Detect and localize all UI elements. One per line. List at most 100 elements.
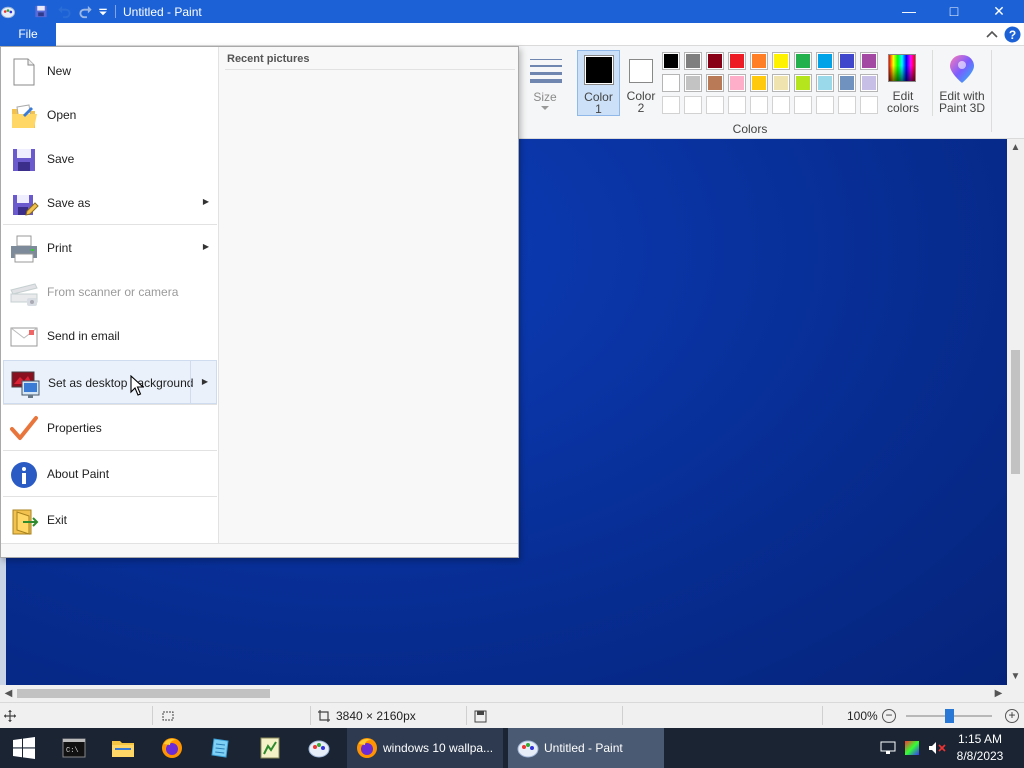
file-menu-item-save-as[interactable]: Save as ▶ — [3, 181, 217, 225]
file-menu-item-open[interactable]: Open — [3, 93, 217, 137]
file-menu-item-send-in-email[interactable]: Send in email — [3, 314, 217, 358]
start-icon[interactable] — [13, 737, 35, 759]
file-menu-item-save[interactable]: Save — [3, 137, 217, 181]
file-menu-item-print[interactable]: Print ▶ — [3, 226, 217, 270]
edit-colors-label-line2: colors — [886, 101, 919, 115]
file-menu-item-label: Print — [47, 241, 72, 255]
palette-swatch-empty[interactable] — [706, 96, 724, 114]
sheet-icon[interactable] — [258, 736, 282, 760]
size-dropdown-icon[interactable] — [541, 106, 549, 111]
customize-dropdown-icon[interactable] — [97, 4, 109, 19]
recent-pictures-panel: Recent pictures — [219, 47, 518, 543]
palette-swatch[interactable] — [706, 74, 724, 92]
palette-swatch[interactable] — [706, 52, 724, 70]
vertical-scroll-thumb[interactable] — [1011, 350, 1020, 474]
file-menu-item-label: Set as desktop background — [48, 376, 194, 390]
edit-colors-button[interactable]: Edit colors — [882, 50, 924, 116]
file-menu-item-properties[interactable]: Properties — [3, 406, 217, 450]
horizontal-scroll-thumb[interactable] — [17, 689, 270, 698]
size-label[interactable]: Size — [529, 90, 561, 104]
palette-swatch[interactable] — [750, 74, 768, 92]
taskbar-task-paint[interactable]: Untitled - Paint — [508, 728, 664, 768]
palette-swatch-empty[interactable] — [662, 96, 680, 114]
save-icon[interactable] — [33, 4, 49, 19]
redo-icon[interactable] — [78, 4, 94, 19]
palette-swatch-empty[interactable] — [794, 96, 812, 114]
palette-swatch[interactable] — [860, 74, 878, 92]
taskbar-task-firefox[interactable]: windows 10 wallpa... — [347, 728, 503, 768]
color-app-tray-icon[interactable] — [904, 740, 920, 756]
scroll-down-icon[interactable]: ▼ — [1007, 668, 1024, 685]
minimize-button[interactable]: — — [886, 0, 932, 23]
undo-icon[interactable] — [56, 4, 72, 19]
cursor-position-icon — [4, 710, 16, 722]
horizontal-scrollbar[interactable]: ◀ ▶ — [0, 685, 1007, 702]
palette-swatch[interactable] — [728, 52, 746, 70]
network-icon[interactable] — [880, 741, 896, 755]
palette-swatch[interactable] — [772, 52, 790, 70]
paint-app-icon[interactable] — [0, 4, 16, 19]
save-floppy-icon — [13, 149, 35, 171]
status-divider — [622, 706, 623, 725]
palette-swatch[interactable] — [816, 52, 834, 70]
file-menu-item-about-paint[interactable]: About Paint — [3, 452, 217, 496]
submenu-arrow-icon: ▶ — [202, 242, 209, 251]
palette-swatch[interactable] — [794, 52, 812, 70]
palette-swatch-empty[interactable] — [750, 96, 768, 114]
palette-swatch[interactable] — [838, 52, 856, 70]
notepad-icon[interactable] — [209, 736, 233, 760]
file-menu-item-exit[interactable]: Exit — [3, 498, 217, 542]
palette-swatch[interactable] — [860, 52, 878, 70]
palette-swatch[interactable] — [794, 74, 812, 92]
volume-muted-icon[interactable] — [928, 741, 946, 755]
scroll-up-icon[interactable]: ▲ — [1007, 139, 1024, 156]
size-icon[interactable] — [529, 56, 563, 84]
file-menu-commands: New Open Save Save as ▶ Print ▶ From scanner or… — [1, 47, 219, 543]
paint-icon[interactable] — [307, 736, 331, 760]
palette-swatch[interactable] — [816, 74, 834, 92]
palette-swatch[interactable] — [684, 74, 702, 92]
vertical-scrollbar[interactable]: ▲ ▼ — [1007, 139, 1024, 685]
zoom-in-button[interactable]: + — [1005, 709, 1019, 723]
file-menu-item-new[interactable]: New — [3, 49, 217, 93]
email-icon — [10, 327, 38, 347]
palette-swatch-empty[interactable] — [816, 96, 834, 114]
palette-swatch-empty[interactable] — [860, 96, 878, 114]
maximize-button[interactable]: □ — [931, 0, 977, 23]
palette-swatch[interactable] — [772, 74, 790, 92]
edit-with-paint3d-button[interactable]: Edit with Paint 3D — [932, 50, 990, 116]
zoom-slider-thumb[interactable] — [944, 709, 954, 723]
palette-swatch[interactable] — [662, 52, 680, 70]
palette-swatch-empty[interactable] — [684, 96, 702, 114]
taskbar: C:\ windows 10 wallpa... Untitled - Pain… — [0, 728, 1024, 768]
help-icon[interactable]: ? — [1004, 26, 1021, 43]
task-label: Untitled - Paint — [544, 741, 623, 755]
terminal-icon[interactable]: C:\ — [62, 736, 86, 760]
palette-swatch[interactable] — [684, 52, 702, 70]
checkmark-icon — [10, 416, 38, 440]
scroll-left-icon[interactable]: ◀ — [0, 685, 17, 702]
color2-button[interactable]: Color 2 — [621, 50, 661, 116]
file-menu-item-label: New — [47, 64, 72, 78]
palette-swatch[interactable] — [662, 74, 680, 92]
file-menu-separator — [3, 496, 217, 497]
ribbon-collapse-icon[interactable] — [986, 29, 998, 39]
file-tab[interactable]: File — [0, 23, 56, 46]
file-menu-item-label: Open — [47, 108, 77, 122]
palette-swatch[interactable] — [838, 74, 856, 92]
palette-swatch-empty[interactable] — [728, 96, 746, 114]
scroll-right-icon[interactable]: ▶ — [990, 685, 1007, 702]
file-explorer-icon[interactable] — [111, 736, 135, 760]
file-menu-item-from-scanner-or-camera[interactable]: From scanner or camera — [3, 270, 217, 314]
close-button[interactable]: ✕ — [976, 0, 1022, 23]
color1-button[interactable]: Color 1 — [577, 50, 620, 116]
taskbar-clock[interactable]: 1:15 AM 8/8/2023 — [950, 731, 1010, 765]
palette-swatch[interactable] — [728, 74, 746, 92]
palette-swatch-empty[interactable] — [772, 96, 790, 114]
file-menu-separator — [3, 404, 217, 405]
zoom-out-button[interactable]: − — [882, 709, 896, 723]
file-menu-item-set-as-desktop-background[interactable]: Set as desktop background ▶ — [3, 360, 217, 404]
palette-swatch-empty[interactable] — [838, 96, 856, 114]
firefox-icon[interactable] — [160, 736, 184, 760]
palette-swatch[interactable] — [750, 52, 768, 70]
